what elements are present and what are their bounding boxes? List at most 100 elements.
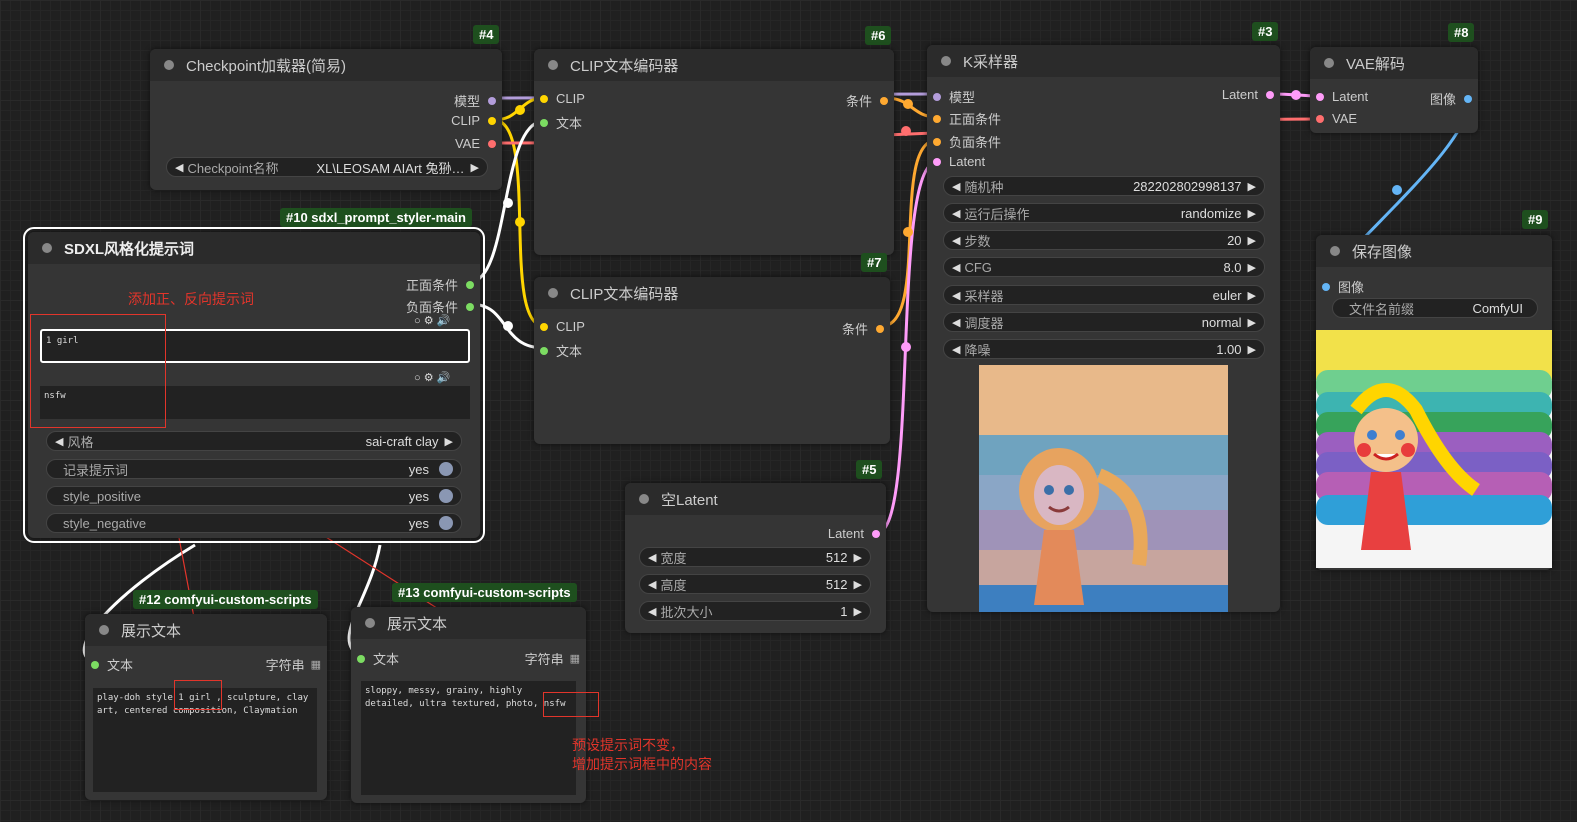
- output-conditioning[interactable]: 条件: [846, 91, 888, 110]
- slot-dot-icon[interactable]: [540, 94, 548, 103]
- clip-text-encoder-node-7[interactable]: CLIP文本编码器 CLIP 文本 条件: [534, 277, 890, 444]
- scheduler-widget[interactable]: ◀ 调度器 normal ▶: [943, 312, 1265, 332]
- arrow-right-icon[interactable]: ▶: [1248, 234, 1256, 247]
- log-prompt-toggle[interactable]: 记录提示词 yes: [46, 459, 462, 479]
- node-title-bar[interactable]: K采样器: [927, 45, 1280, 77]
- slot-dot-icon[interactable]: [1316, 92, 1324, 101]
- input-clip[interactable]: CLIP: [540, 319, 585, 334]
- output-latent[interactable]: Latent: [828, 526, 880, 541]
- collapse-dot-icon[interactable]: [941, 56, 951, 66]
- slot-dot-icon[interactable]: [488, 116, 496, 125]
- collapse-dot-icon[interactable]: [164, 60, 174, 70]
- input-latent[interactable]: Latent: [1316, 89, 1368, 104]
- slot-dot-icon[interactable]: [540, 322, 548, 331]
- slot-dot-icon[interactable]: [880, 96, 888, 105]
- slot-dot-icon[interactable]: [1266, 90, 1274, 99]
- arrow-right-icon[interactable]: ▶: [1248, 316, 1256, 329]
- slot-dot-icon[interactable]: [91, 660, 99, 669]
- slot-dot-icon[interactable]: [540, 346, 548, 355]
- node-title-bar[interactable]: VAE解码: [1310, 47, 1478, 79]
- slot-dot-icon[interactable]: [357, 654, 365, 663]
- ksampler-node[interactable]: K采样器 模型 正面条件 负面条件 Latent Latent ◀ 随机种 2822…: [927, 45, 1280, 612]
- arrow-right-icon[interactable]: ▶: [1248, 289, 1256, 302]
- arrow-left-icon[interactable]: ◀: [952, 316, 960, 329]
- vae-decode-node[interactable]: VAE解码 Latent VAE 图像: [1310, 47, 1478, 133]
- arrow-left-icon[interactable]: ◀: [952, 234, 960, 247]
- gear-icon[interactable]: ⚙: [424, 315, 434, 327]
- denoise-widget[interactable]: ◀ 降噪 1.00 ▶: [943, 339, 1265, 359]
- input-text[interactable]: 文本: [357, 649, 399, 668]
- sampler-widget[interactable]: ◀ 采样器 euler ▶: [943, 285, 1265, 305]
- slot-dot-icon[interactable]: [488, 139, 496, 148]
- refresh-icon[interactable]: ○: [414, 315, 421, 327]
- node-title-bar[interactable]: SDXL风格化提示词: [28, 232, 480, 264]
- collapse-dot-icon[interactable]: [548, 60, 558, 70]
- output-vae[interactable]: VAE: [455, 136, 496, 151]
- input-negative[interactable]: 负面条件: [933, 132, 1001, 151]
- arrow-right-icon[interactable]: ▶: [445, 435, 453, 448]
- slot-dot-icon[interactable]: [872, 529, 880, 538]
- output-positive[interactable]: 正面条件: [406, 275, 474, 294]
- node-title-bar[interactable]: CLIP文本编码器: [534, 277, 890, 309]
- height-widget[interactable]: ◀ 高度 512 ▶: [639, 574, 871, 594]
- output-string[interactable]: 字符串 ▦: [266, 655, 321, 674]
- node-title-bar[interactable]: 展示文本: [85, 614, 327, 646]
- arrow-right-icon[interactable]: ▶: [854, 578, 862, 591]
- input-positive[interactable]: 正面条件: [933, 109, 1001, 128]
- collapse-dot-icon[interactable]: [639, 494, 649, 504]
- speaker-icon[interactable]: 🔊: [437, 315, 451, 327]
- slot-dot-icon[interactable]: [876, 324, 884, 333]
- gear-icon[interactable]: ⚙: [424, 372, 434, 384]
- slot-dot-icon[interactable]: [1464, 94, 1472, 103]
- toggle-knob-icon[interactable]: [439, 462, 453, 476]
- slot-dot-icon[interactable]: [466, 302, 474, 311]
- batch-size-widget[interactable]: ◀ 批次大小 1 ▶: [639, 601, 871, 621]
- arrow-left-icon[interactable]: ◀: [648, 605, 656, 618]
- input-text[interactable]: 文本: [540, 113, 582, 132]
- arrow-right-icon[interactable]: ▶: [854, 605, 862, 618]
- output-string[interactable]: 字符串 ▦: [525, 649, 580, 668]
- slot-dot-icon[interactable]: [540, 118, 548, 127]
- grid-icon[interactable]: ▦: [570, 652, 580, 665]
- save-image-node[interactable]: 保存图像 图像 文件名前缀 ComfyUI: [1316, 235, 1552, 570]
- collapse-dot-icon[interactable]: [1324, 58, 1334, 68]
- grid-icon[interactable]: ▦: [311, 658, 321, 671]
- slot-dot-icon[interactable]: [933, 92, 941, 101]
- slot-dot-icon[interactable]: [933, 137, 941, 146]
- slot-dot-icon[interactable]: [1322, 282, 1330, 291]
- arrow-left-icon[interactable]: ◀: [952, 207, 960, 220]
- output-clip[interactable]: CLIP: [451, 113, 496, 128]
- style-combo[interactable]: ◀ 风格 sai-craft clay ▶: [46, 431, 462, 451]
- arrow-left-icon[interactable]: ◀: [175, 161, 183, 174]
- arrow-left-icon[interactable]: ◀: [648, 578, 656, 591]
- arrow-left-icon[interactable]: ◀: [55, 435, 63, 448]
- collapse-dot-icon[interactable]: [548, 288, 558, 298]
- output-model[interactable]: 模型: [454, 91, 496, 110]
- node-title-bar[interactable]: Checkpoint加载器(简易): [150, 49, 502, 81]
- checkpoint-loader-node[interactable]: Checkpoint加载器(简易) 模型 CLIP VAE ◀ Checkpoi…: [150, 49, 502, 190]
- collapse-dot-icon[interactable]: [365, 618, 375, 628]
- input-image[interactable]: 图像: [1322, 277, 1364, 296]
- clip-text-encoder-node-6[interactable]: CLIP文本编码器 CLIP 文本 条件: [534, 49, 894, 255]
- input-model[interactable]: 模型: [933, 87, 975, 106]
- style-negative-toggle[interactable]: style_negative yes: [46, 513, 462, 533]
- input-vae[interactable]: VAE: [1316, 111, 1357, 126]
- arrow-left-icon[interactable]: ◀: [648, 551, 656, 564]
- arrow-right-icon[interactable]: ▶: [1248, 261, 1256, 274]
- cfg-widget[interactable]: ◀ CFG 8.0 ▶: [943, 257, 1265, 277]
- slot-dot-icon[interactable]: [933, 157, 941, 166]
- arrow-right-icon[interactable]: ▶: [854, 551, 862, 564]
- slot-dot-icon[interactable]: [933, 114, 941, 123]
- checkpoint-name-combo[interactable]: ◀ Checkpoint名称 XL\LEOSAM AIArt 兔狲… ▶: [166, 157, 488, 177]
- style-positive-toggle[interactable]: style_positive yes: [46, 486, 462, 506]
- input-text[interactable]: 文本: [540, 341, 582, 360]
- slot-dot-icon[interactable]: [1316, 114, 1324, 123]
- node-title-bar[interactable]: 空Latent: [625, 483, 886, 515]
- output-conditioning[interactable]: 条件: [842, 319, 884, 338]
- arrow-left-icon[interactable]: ◀: [952, 343, 960, 356]
- arrow-right-icon[interactable]: ▶: [1248, 207, 1256, 220]
- seed-widget[interactable]: ◀ 随机种 282202802998137 ▶: [943, 176, 1265, 196]
- node-title-bar[interactable]: CLIP文本编码器: [534, 49, 894, 81]
- arrow-right-icon[interactable]: ▶: [1248, 180, 1256, 193]
- control-after-generate-widget[interactable]: ◀ 运行后操作 randomize ▶: [943, 203, 1265, 223]
